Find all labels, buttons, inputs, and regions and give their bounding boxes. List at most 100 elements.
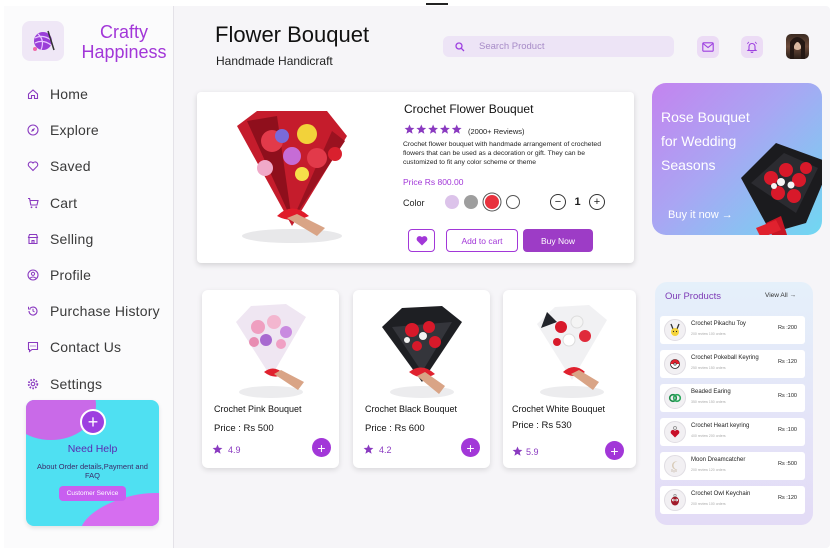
compass-icon	[26, 123, 40, 137]
help-card: + Need Help About Order details,Payment …	[26, 400, 159, 526]
sidebar-item-profile[interactable]: Profile	[4, 257, 174, 293]
favorite-button[interactable]	[408, 229, 435, 252]
color-swatch-red-selected[interactable]	[485, 195, 499, 209]
product-name: Crochet Pink Bouquet	[214, 404, 302, 414]
item-name: Crochet Pokeball Keyring	[691, 355, 759, 361]
item-meta: 200 review 120 orders	[691, 468, 726, 472]
dreamcatcher-thumbnail	[664, 455, 686, 477]
heart-icon	[26, 159, 40, 173]
item-meta: 250 review 150 orders	[691, 366, 726, 370]
sidebar-nav: Home Explore Saved Cart Selling Profile …	[4, 76, 174, 402]
sidebar-item-saved[interactable]: Saved	[4, 148, 174, 184]
item-name: Beaded Earing	[691, 389, 731, 395]
list-item[interactable]: Crochet Owl Keychain 200 review 100 orde…	[660, 486, 805, 514]
item-price: Rs :100	[778, 393, 797, 399]
product-rating: 4.2	[363, 444, 392, 455]
panel-title: Our Products	[665, 291, 721, 302]
page-subtitle: Handmade Handicraft	[216, 54, 333, 68]
pink-bouquet-image	[226, 302, 316, 402]
brand-logo[interactable]	[22, 21, 64, 61]
promo-banner[interactable]: Rose Bouquet for Wedding Seasons Buy it …	[652, 83, 822, 235]
sidebar-item-settings[interactable]: Settings	[4, 366, 174, 402]
product-card[interactable]: Crochet Pink Bouquet Price : Rs 500 4.9 …	[202, 290, 339, 468]
add-product-button[interactable]: +	[312, 438, 331, 457]
add-to-cart-button[interactable]: Add to cart	[446, 229, 518, 252]
search-input[interactable]	[479, 41, 649, 52]
color-label: Color	[403, 198, 425, 208]
beaded-earing-thumbnail	[664, 387, 686, 409]
sidebar-item-home[interactable]: Home	[4, 76, 174, 112]
help-description: About Order details,Payment and FAQ	[37, 462, 148, 480]
sidebar-item-explore[interactable]: Explore	[4, 112, 174, 148]
item-price: Rs :100	[778, 427, 797, 433]
list-item[interactable]: Beaded Earing 350 review 150 orders Rs :…	[660, 384, 805, 412]
rating-value: 5.9	[526, 446, 539, 457]
decrement-button[interactable]: −	[550, 194, 566, 210]
sidebar: Crafty Happiness Home Explore Saved Cart…	[4, 6, 174, 548]
bell-icon	[746, 41, 758, 53]
gear-icon	[26, 377, 40, 391]
black-bouquet-image	[377, 302, 467, 402]
product-rating: 4.9	[212, 444, 241, 455]
product-card[interactable]: Crochet Black Bouquet Price : Rs 600 4.2…	[353, 290, 490, 468]
color-swatch-white[interactable]	[506, 195, 520, 209]
mail-button[interactable]	[697, 36, 719, 58]
brand-name: Crafty Happiness	[74, 22, 174, 62]
sidebar-item-label: Selling	[50, 230, 94, 247]
customer-service-button[interactable]: Customer Service	[59, 486, 126, 501]
star-icon	[404, 122, 462, 140]
star-icon	[363, 444, 374, 454]
sidebar-item-label: Settings	[50, 375, 103, 392]
bouquet-image	[217, 106, 362, 246]
color-swatch-gray[interactable]	[464, 195, 478, 209]
plus-icon: +	[466, 439, 475, 456]
item-price: Rs :120	[778, 495, 797, 501]
buy-it-now-link[interactable]: Buy it now →	[668, 209, 733, 221]
sidebar-item-label: Profile	[50, 267, 92, 284]
product-card[interactable]: Crochet White Bouquet Price : Rs 530 5.9…	[503, 290, 636, 468]
add-product-button[interactable]: +	[605, 441, 624, 460]
increment-button[interactable]: +	[589, 194, 605, 210]
item-price: Rs :500	[778, 461, 797, 467]
sidebar-item-selling[interactable]: Selling	[4, 221, 174, 257]
search-bar[interactable]	[443, 36, 674, 57]
notifications-button[interactable]	[741, 36, 763, 58]
help-title: Need Help	[67, 443, 118, 455]
list-item[interactable]: Crochet Pikachu Toy 200 review 100 order…	[660, 316, 805, 344]
item-meta: 200 review 100 orders	[691, 332, 726, 336]
item-name: Crochet Owl Keychain	[691, 491, 751, 497]
avatar[interactable]	[786, 34, 809, 59]
quantity-value: 1	[574, 196, 581, 208]
search-icon	[455, 41, 465, 51]
yarn-icon	[33, 30, 55, 51]
sidebar-item-purchase-history[interactable]: Purchase History	[4, 293, 174, 329]
featured-product-card: Crochet Flower Bouquet (2000+ Reviews) C…	[197, 92, 634, 263]
page-title: Flower Bouquet	[215, 22, 370, 47]
sidebar-item-label: Saved	[50, 158, 91, 175]
home-icon	[26, 87, 40, 101]
item-meta: 400 review 200 orders	[691, 434, 726, 438]
list-item[interactable]: Moon Dreamcatcher 200 review 120 orders …	[660, 452, 805, 480]
view-all-link[interactable]: View All →	[765, 292, 796, 299]
sidebar-item-contact-us[interactable]: Contact Us	[4, 329, 174, 365]
plus-icon[interactable]: +	[80, 409, 106, 435]
item-name: Crochet Heart keyring	[691, 423, 750, 429]
sidebar-item-cart[interactable]: Cart	[4, 185, 174, 221]
brand-name-line2: Happiness	[81, 42, 167, 62]
sidebar-item-label: Contact Us	[50, 339, 122, 356]
product-price: Price Rs 800.00	[403, 177, 464, 187]
brand-name-line1: Crafty	[99, 22, 148, 42]
add-product-button[interactable]: +	[461, 438, 480, 457]
pokeball-keyring-thumbnail	[664, 353, 686, 375]
mail-icon	[702, 42, 714, 52]
list-item[interactable]: Crochet Pokeball Keyring 250 review 150 …	[660, 350, 805, 378]
item-meta: 350 review 150 orders	[691, 400, 726, 404]
our-products-panel: Our Products View All → Crochet Pikachu …	[655, 282, 813, 525]
product-description: Crochet flower bouquet with handmade arr…	[403, 141, 601, 166]
list-item[interactable]: Crochet Heart keyring 400 review 200 ord…	[660, 418, 805, 446]
item-name: Crochet Pikachu Toy	[691, 321, 746, 327]
product-price: Price : Rs 500	[214, 423, 274, 434]
owl-keychain-thumbnail	[664, 489, 686, 511]
buy-now-button[interactable]: Buy Now	[523, 229, 593, 252]
color-swatch-lavender[interactable]	[445, 195, 459, 209]
